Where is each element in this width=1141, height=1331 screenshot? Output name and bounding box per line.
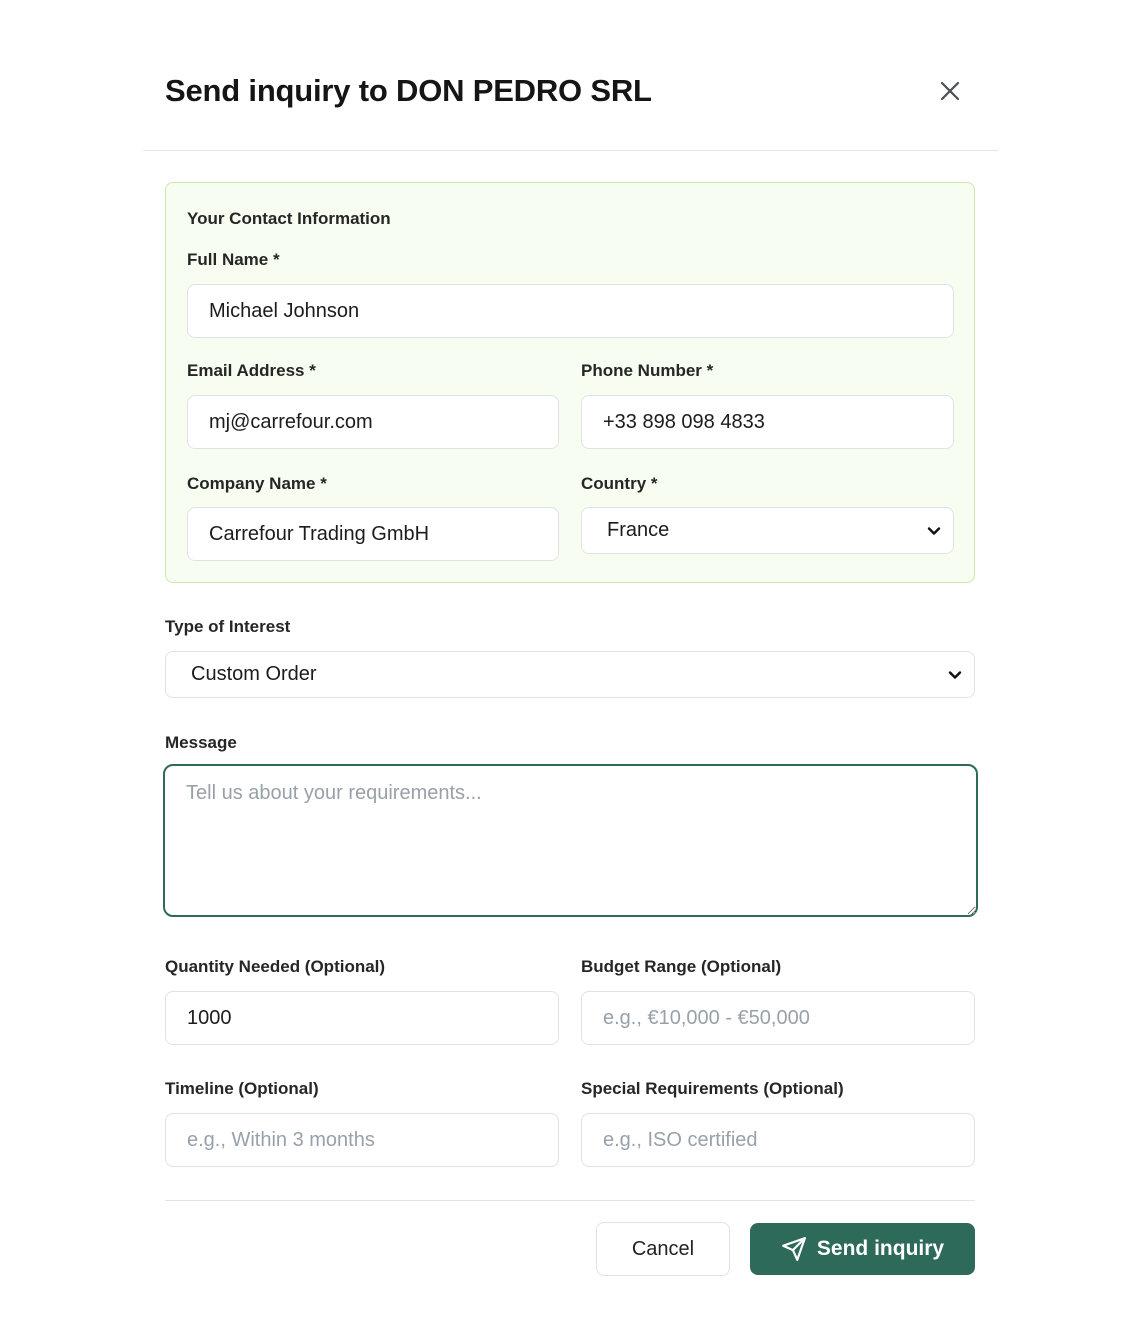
full-name-input[interactable] [187, 284, 954, 338]
phone-field[interactable] [581, 395, 954, 449]
interest-label: Type of Interest [165, 617, 291, 636]
email-label: Email Address * [187, 361, 316, 380]
close-icon [940, 81, 960, 101]
special-requirements-label: Special Requirements (Optional) [581, 1079, 844, 1098]
section-title: Your Contact Information [187, 209, 391, 228]
message-label: Message [165, 733, 237, 752]
phone-label: Phone Number * [581, 361, 714, 380]
footer-divider [165, 1200, 975, 1201]
message-textarea[interactable] [163, 764, 978, 917]
budget-label: Budget Range (Optional) [581, 957, 782, 976]
chevron-down-icon [927, 526, 941, 535]
dialog-header: Send inquiry to DON PEDRO SRL [143, 0, 998, 151]
interest-select[interactable]: Custom Order [165, 651, 975, 698]
interest-value: Custom Order [191, 663, 317, 685]
company-field[interactable] [187, 507, 559, 561]
company-label: Company Name * [187, 474, 327, 493]
inquiry-dialog: Send inquiry to DON PEDRO SRL Your Conta… [143, 0, 998, 1331]
quantity-label: Quantity Needed (Optional) [165, 957, 386, 976]
country-select[interactable]: France [581, 507, 954, 554]
special-requirements-input[interactable] [581, 1113, 975, 1167]
chevron-down-icon [948, 670, 962, 679]
email-field[interactable] [187, 395, 559, 449]
send-icon [781, 1237, 806, 1261]
timeline-label: Timeline (Optional) [165, 1079, 319, 1098]
close-button[interactable] [935, 76, 965, 106]
timeline-input[interactable] [165, 1113, 559, 1167]
quantity-input[interactable] [165, 991, 559, 1045]
send-inquiry-button[interactable]: Send inquiry [750, 1223, 975, 1275]
send-label: Send inquiry [816, 1237, 945, 1260]
full-name-label: Full Name * [187, 250, 280, 269]
cancel-button[interactable]: Cancel [596, 1222, 730, 1276]
contact-information-section: Your Contact Information Full Name * Ema… [165, 182, 975, 583]
dialog-title: Send inquiry to DON PEDRO SRL [165, 73, 652, 108]
country-label: Country * [581, 474, 658, 493]
cancel-label: Cancel [631, 1237, 695, 1260]
budget-input[interactable] [581, 991, 975, 1045]
country-value: France [607, 519, 670, 541]
